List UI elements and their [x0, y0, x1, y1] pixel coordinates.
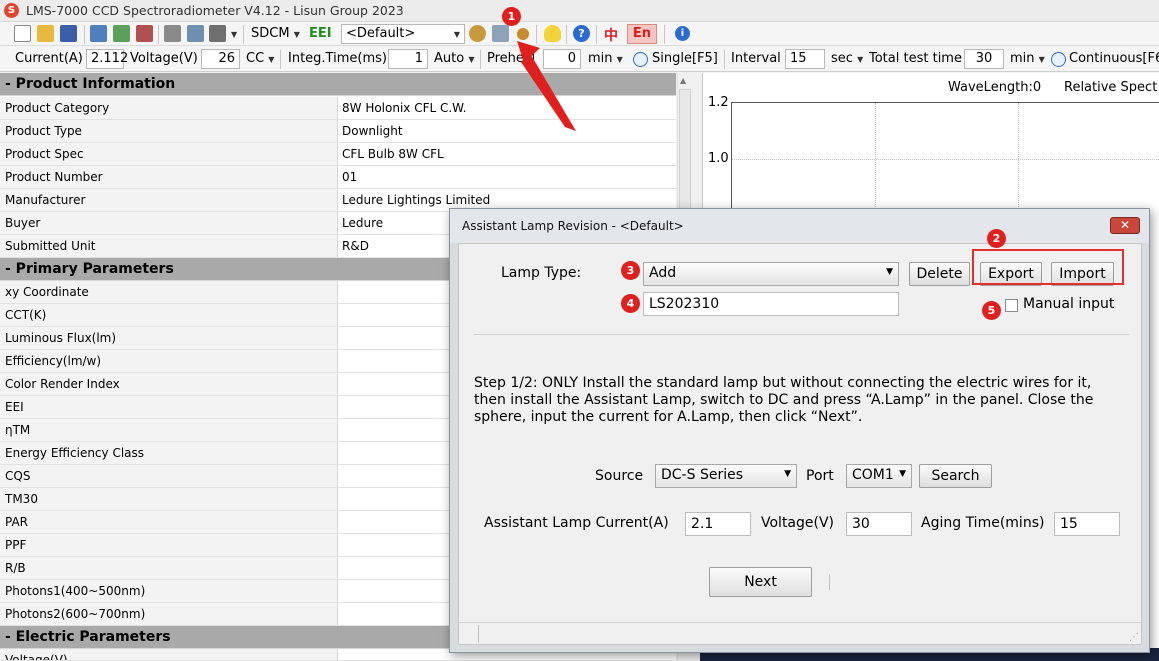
annotation-badge-5: 5 — [982, 301, 1001, 320]
annotation-highlight-box — [972, 249, 1124, 285]
annotation-badge-1: 1 — [502, 7, 521, 26]
annotation-badge-4: 4 — [621, 294, 640, 313]
annotation-badge-2: 2 — [987, 229, 1006, 248]
annotation-arrow-shape — [521, 55, 576, 131]
annotation-arrow — [517, 41, 576, 131]
annotation-badge-3: 3 — [621, 261, 640, 280]
